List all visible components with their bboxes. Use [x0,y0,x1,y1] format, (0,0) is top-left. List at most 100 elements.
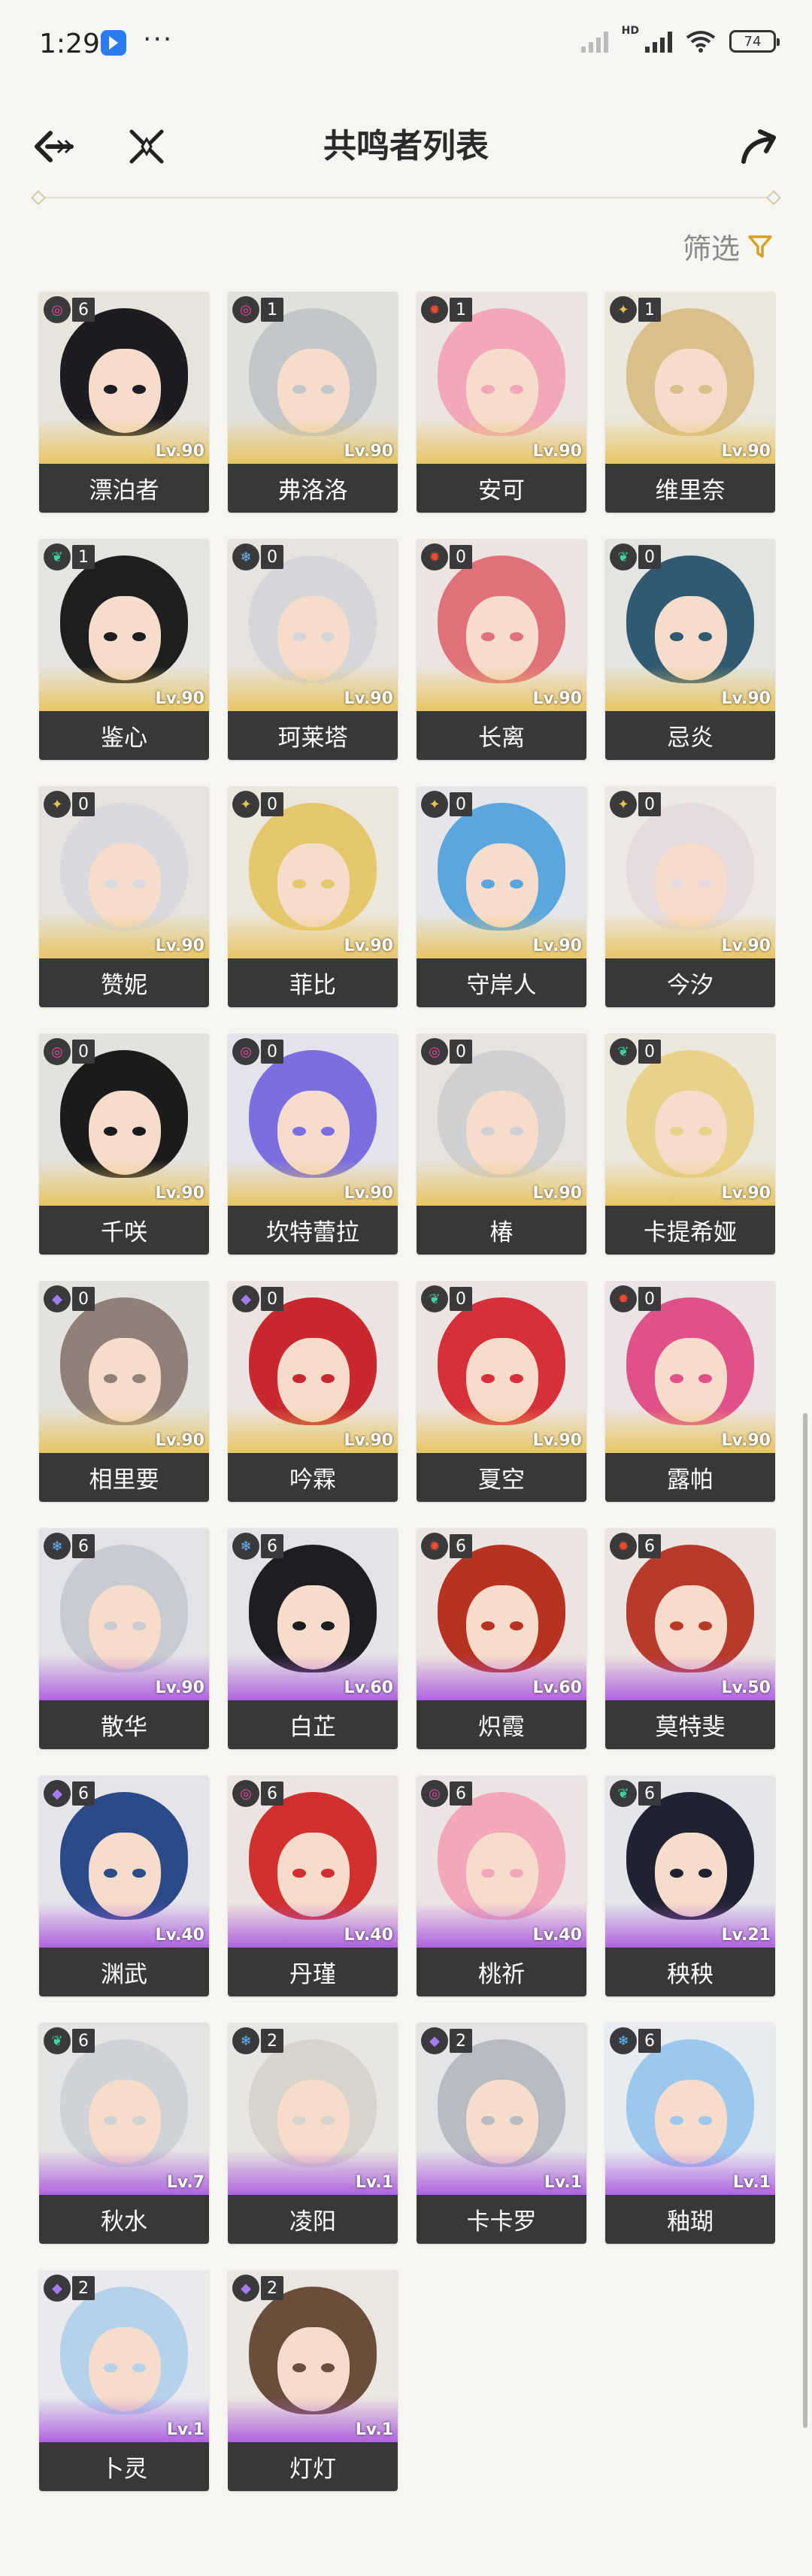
character-card[interactable]: Lv.90 ◎ 0 千咲 [39,1034,209,1255]
portrait-eye [481,1127,495,1136]
portrait-eye [321,2116,335,2125]
name-bar: 坎特蕾拉 [228,1206,398,1255]
character-card[interactable]: Lv.1 ❄ 6 釉瑚 [605,2023,775,2244]
character-card[interactable]: Lv.60 ❄ 6 白芷 [228,1528,398,1749]
character-portrait: Lv.1 ◆ 2 [39,2270,209,2442]
character-card[interactable]: Lv.90 ✦ 0 今汐 [605,786,775,1007]
spectro-element-icon: ✦ [232,791,259,818]
character-card[interactable]: Lv.90 ❦ 1 鉴心 [39,539,209,760]
sequence-rank-badge: 0 [72,792,95,816]
portrait-eye [481,2116,495,2125]
character-card[interactable]: Lv.1 ◆ 2 灯灯 [228,2270,398,2491]
scrollbar[interactable] [803,1413,807,2428]
character-level: Lv.40 [344,1926,393,1945]
sequence-rank-badge: 6 [72,2029,95,2053]
character-card[interactable]: Lv.1 ◆ 2 卡卡罗 [417,2023,586,2244]
name-bar: 维里奈 [605,464,775,513]
portrait-eye [321,385,335,394]
character-level: Lv.90 [344,689,393,708]
character-card[interactable]: Lv.90 ❄ 6 散华 [39,1528,209,1749]
notification-app-icon [101,30,126,56]
fusion-element-icon: ✹ [421,1533,448,1560]
character-name: 秧秧 [667,1961,714,1988]
character-portrait: Lv.90 ❄ 0 [228,539,398,711]
character-card[interactable]: Lv.90 ❦ 0 夏空 [417,1281,586,1502]
electro-element-icon: ◆ [232,1285,259,1312]
character-card[interactable]: Lv.90 ✹ 0 露帕 [605,1281,775,1502]
character-card[interactable]: Lv.7 ❦ 6 秋水 [39,2023,209,2244]
portrait-eye [481,879,495,888]
share-button[interactable] [732,120,785,173]
filter-button[interactable]: 筛选 [683,226,773,267]
portrait-eye [698,632,712,641]
sequence-rank-badge: 6 [638,1781,661,1806]
portrait-eye [481,1869,495,1878]
name-bar: 桃祈 [417,1948,586,1996]
character-portrait: Lv.60 ✹ 6 [417,1528,586,1700]
character-card[interactable]: Lv.40 ◆ 6 渊武 [39,1775,209,1996]
character-name: 吟霖 [289,1467,336,1494]
character-card[interactable]: Lv.90 ◎ 0 坎特蕾拉 [228,1034,398,1255]
sequence-rank-badge: 6 [638,2029,661,2053]
character-card[interactable]: Lv.90 ◆ 0 吟霖 [228,1281,398,1502]
havoc-element-icon: ◎ [44,1038,71,1065]
character-card[interactable]: Lv.90 ✦ 1 维里奈 [605,292,775,513]
character-portrait: Lv.60 ❄ 6 [228,1528,398,1700]
portrait-eye [132,1621,146,1630]
portrait-eye [132,632,146,641]
aero-element-icon: ❦ [44,543,71,571]
sequence-rank-badge: 0 [261,792,283,816]
character-card[interactable]: Lv.90 ◎ 0 椿 [417,1034,586,1255]
character-level: Lv.90 [344,937,393,955]
character-card[interactable]: Lv.90 ◎ 1 弗洛洛 [228,292,398,513]
character-card[interactable]: Lv.90 ✦ 0 守岸人 [417,786,586,1007]
portrait-eye [292,2363,306,2372]
character-portrait: Lv.90 ◎ 1 [228,292,398,464]
character-card[interactable]: Lv.90 ✹ 0 长离 [417,539,586,760]
character-card[interactable]: Lv.90 ❄ 0 珂莱塔 [228,539,398,760]
character-level: Lv.1 [732,2173,771,2192]
sequence-rank-badge: 0 [638,545,661,569]
name-bar: 忌炎 [605,711,775,760]
electro-element-icon: ◆ [44,1780,71,1807]
sequence-rank-badge: 6 [72,298,95,322]
character-card[interactable]: Lv.1 ❄ 2 凌阳 [228,2023,398,2244]
character-portrait: Lv.90 ◎ 0 [228,1034,398,1206]
character-card[interactable]: Lv.90 ❦ 0 卡提希娅 [605,1034,775,1255]
sequence-rank-badge: 1 [72,545,95,569]
character-card[interactable]: Lv.90 ✦ 0 菲比 [228,786,398,1007]
wifi-icon [686,30,716,53]
spectro-element-icon: ✦ [610,791,637,818]
character-card[interactable]: Lv.50 ✹ 6 莫特斐 [605,1528,775,1749]
status-time: 1:29 [39,29,100,59]
character-card[interactable]: Lv.90 ◎ 6 漂泊者 [39,292,209,513]
character-level: Lv.90 [532,442,582,461]
character-level: Lv.90 [721,937,771,955]
app-header: 共鸣者列表 [0,105,812,188]
character-level: Lv.40 [532,1926,582,1945]
aero-element-icon: ❦ [421,1285,448,1312]
character-card[interactable]: Lv.90 ◆ 0 相里要 [39,1281,209,1502]
character-level: Lv.60 [532,1678,582,1697]
character-level: Lv.40 [155,1926,205,1945]
portrait-eye [132,2363,146,2372]
electro-element-icon: ◆ [421,2027,448,2054]
filter-label: 筛选 [682,232,740,265]
character-card[interactable]: Lv.1 ◆ 2 卜灵 [39,2270,209,2491]
portrait-eye [698,1621,712,1630]
spectro-element-icon: ✦ [610,296,637,323]
character-card[interactable]: Lv.90 ✹ 1 安可 [417,292,586,513]
sequence-rank-badge: 0 [261,1287,283,1311]
character-card[interactable]: Lv.40 ◎ 6 桃祈 [417,1775,586,1996]
havoc-element-icon: ◎ [232,296,259,323]
character-card[interactable]: Lv.21 ❦ 6 秧秧 [605,1775,775,1996]
character-level: Lv.90 [532,689,582,708]
character-portrait: Lv.90 ✦ 0 [39,786,209,958]
character-card[interactable]: Lv.60 ✹ 6 炽霞 [417,1528,586,1749]
character-card[interactable]: Lv.90 ✦ 0 赞妮 [39,786,209,1007]
portrait-eye [698,1374,712,1383]
character-name: 釉瑚 [667,2208,714,2235]
character-card[interactable]: Lv.40 ◎ 6 丹瑾 [228,1775,398,1996]
character-name: 散华 [101,1714,147,1741]
character-card[interactable]: Lv.90 ❦ 0 忌炎 [605,539,775,760]
